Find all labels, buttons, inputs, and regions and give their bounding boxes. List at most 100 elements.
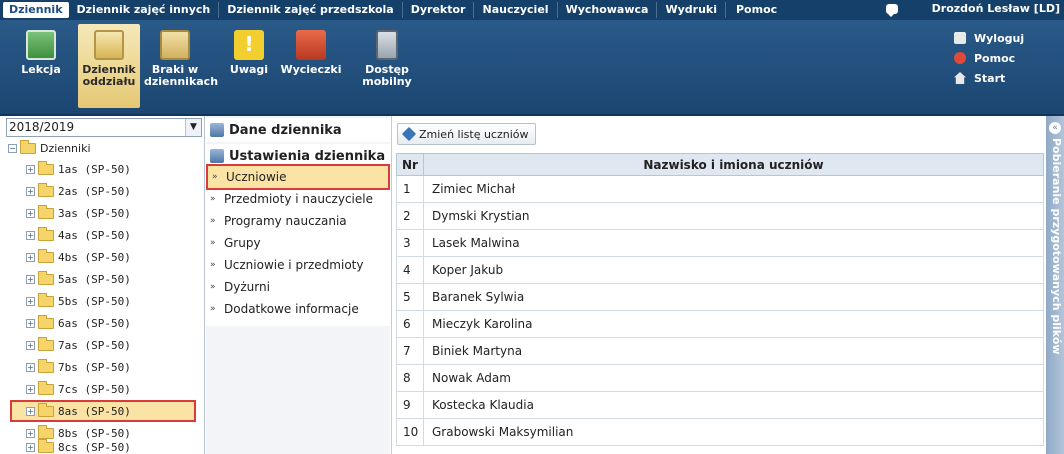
- expand-icon[interactable]: +: [26, 164, 35, 174]
- expand-icon[interactable]: +: [26, 362, 35, 372]
- menu-wydruki[interactable]: Wydruki: [657, 2, 726, 18]
- tree-item-4bs[interactable]: +4bs (SP-50): [26, 248, 131, 266]
- tree-item-5as[interactable]: +5as (SP-50): [26, 270, 131, 288]
- downloads-panel-toggle[interactable]: « Pobieranie przygotowanych plików: [1046, 116, 1064, 454]
- user-name[interactable]: Drozdoń Lesław [LD]: [932, 2, 1060, 15]
- row-nr: 4: [396, 256, 424, 284]
- menu-dziennik[interactable]: Dziennik: [3, 2, 69, 18]
- table-row[interactable]: 4 Koper Jakub: [396, 256, 1044, 284]
- change-student-list-label: Zmień listę uczniów: [419, 127, 529, 141]
- students-panel: Zmień listę uczniów Nr Nazwisko i imiona…: [391, 116, 1046, 454]
- row-nr: 5: [396, 283, 424, 311]
- tree-item-label: 4as (SP-50): [58, 228, 131, 242]
- row-name: Dymski Krystian: [423, 202, 1044, 230]
- menu-dziennik-zajec-innych[interactable]: Dziennik zajęć innych: [69, 2, 220, 18]
- pomoc-link[interactable]: Pomoc: [954, 48, 1024, 68]
- expand-panel-icon[interactable]: «: [1049, 122, 1061, 134]
- top-menu: Dziennik Dziennik zajęć innych Dziennik …: [0, 0, 1064, 20]
- dostep-mobilny-button[interactable]: Dostęp mobilny: [356, 24, 418, 108]
- expand-icon[interactable]: +: [26, 208, 35, 218]
- journal-menu: Dane dziennika Ustawienia dziennika » Ucz…: [206, 116, 390, 454]
- folder-icon: [38, 226, 54, 241]
- table-row[interactable]: 7 Biniek Martyna: [396, 337, 1044, 365]
- table-row[interactable]: 3 Lasek Malwina: [396, 229, 1044, 257]
- downloads-panel-label: Pobieranie przygotowanych plików: [1050, 138, 1063, 355]
- uwagi-label: Uwagi: [229, 63, 269, 76]
- expand-icon[interactable]: +: [26, 296, 35, 306]
- tree-item-1as[interactable]: +1as (SP-50): [26, 160, 131, 178]
- tree-item-4as[interactable]: +4as (SP-50): [26, 226, 131, 244]
- start-link[interactable]: Start: [954, 68, 1024, 88]
- menu-item-dodatkowe[interactable]: » Dodatkowe informacje: [206, 298, 390, 320]
- menu-pomoc[interactable]: Pomoc: [730, 2, 783, 18]
- menu-dziennik-zajec-przedszkola[interactable]: Dziennik zajęć przedszkola: [219, 2, 403, 18]
- braki-w-dziennikach-button[interactable]: Braki w dziennikach: [144, 24, 219, 108]
- tree-item-7as[interactable]: +7as (SP-50): [26, 336, 131, 354]
- ustawienia-dziennika-label: Ustawienia dziennika: [229, 148, 386, 164]
- uwagi-button[interactable]: Uwagi: [218, 24, 280, 108]
- menu-dyrektor[interactable]: Dyrektor: [403, 2, 475, 18]
- tree-item-6as[interactable]: +6as (SP-50): [26, 314, 131, 332]
- expand-icon[interactable]: +: [26, 384, 35, 394]
- table-row[interactable]: 5 Baranek Sylwia: [396, 283, 1044, 311]
- lekcja-button[interactable]: Lekcja: [10, 24, 72, 108]
- collapse-icon[interactable]: −: [8, 143, 17, 153]
- menu-item-uczniowie[interactable]: » Uczniowie: [206, 164, 390, 190]
- messages-icon[interactable]: [886, 4, 898, 17]
- pencil-icon: [401, 126, 417, 142]
- menu-item-programy[interactable]: » Programy nauczania: [206, 210, 390, 232]
- expand-icon[interactable]: +: [26, 252, 35, 262]
- menu-item-uczniowie-przedmioty[interactable]: » Uczniowie i przedmioty: [206, 254, 390, 276]
- expand-icon[interactable]: +: [26, 230, 35, 240]
- table-row[interactable]: 10 Grabowski Maksymilian: [396, 418, 1044, 446]
- menu-item-przedmioty[interactable]: » Przedmioty i nauczyciele: [206, 188, 390, 210]
- table-row[interactable]: 2 Dymski Krystian: [396, 202, 1044, 230]
- change-student-list-button[interactable]: Zmień listę uczniów: [397, 123, 536, 145]
- tree-item-7cs[interactable]: +7cs (SP-50): [26, 380, 131, 398]
- table-row[interactable]: 8 Nowak Adam: [396, 364, 1044, 392]
- table-row[interactable]: 1 Zimiec Michał: [396, 175, 1044, 203]
- expand-icon[interactable]: +: [26, 428, 35, 438]
- menu-wychowawca[interactable]: Wychowawca: [558, 2, 658, 18]
- wyloguj-link[interactable]: Wyloguj: [954, 28, 1024, 48]
- expand-icon[interactable]: +: [26, 186, 35, 196]
- tree-item-2as[interactable]: +2as (SP-50): [26, 182, 131, 200]
- chevron-down-icon[interactable]: ▼: [185, 119, 201, 136]
- tree-item-5bs[interactable]: +5bs (SP-50): [26, 292, 131, 310]
- row-name: Kostecka Klaudia: [423, 391, 1044, 419]
- tree-item-8as[interactable]: +8as (SP-50): [10, 400, 196, 422]
- row-nr: 3: [396, 229, 424, 257]
- journal-data-icon: [210, 123, 224, 137]
- row-nr: 6: [396, 310, 424, 338]
- table-row[interactable]: 6 Mieczyk Karolina: [396, 310, 1044, 338]
- tree-item-3as[interactable]: +3as (SP-50): [26, 204, 131, 222]
- expand-icon[interactable]: +: [26, 318, 35, 328]
- menu-nauczyciel[interactable]: Nauczyciel: [474, 2, 558, 18]
- chevron-right-icon: »: [210, 216, 216, 226]
- dziennik-oddzialu-button[interactable]: Dziennik oddziału: [78, 24, 140, 108]
- ustawienia-dziennika-header[interactable]: Ustawienia dziennika: [206, 144, 390, 168]
- menu-item-dyzurni[interactable]: » Dyżurni: [206, 276, 390, 298]
- mobile-icon: [376, 30, 398, 60]
- row-name: Nowak Adam: [423, 364, 1044, 392]
- tree-root[interactable]: − Dzienniki: [8, 139, 91, 156]
- dane-dziennika-header[interactable]: Dane dziennika: [206, 118, 390, 142]
- expand-icon[interactable]: +: [26, 406, 35, 416]
- settings-list: » Uczniowie » Przedmioty i nauczyciele » Pr…: [206, 164, 390, 454]
- menu-item-grupy[interactable]: » Grupy: [206, 232, 390, 254]
- folder-icon: [38, 248, 54, 263]
- menu-item-label: Dodatkowe informacje: [224, 302, 359, 316]
- braki-label-2: dziennikach: [144, 75, 219, 88]
- table-row[interactable]: 9 Kostecka Klaudia: [396, 391, 1044, 419]
- tree-item-7bs[interactable]: +7bs (SP-50): [26, 358, 131, 376]
- expand-icon[interactable]: +: [26, 442, 35, 452]
- row-name: Koper Jakub: [423, 256, 1044, 284]
- expand-icon[interactable]: +: [26, 274, 35, 284]
- school-year-select[interactable]: 2018/2019 ▼: [6, 118, 202, 137]
- wycieczki-button[interactable]: Wycieczki: [280, 24, 342, 108]
- row-nr: 1: [396, 175, 424, 203]
- expand-icon[interactable]: +: [26, 340, 35, 350]
- settings-journal-icon: [210, 149, 224, 163]
- tree-item-8cs[interactable]: +8cs (SP-50): [26, 438, 131, 454]
- backpack-icon: [296, 30, 326, 60]
